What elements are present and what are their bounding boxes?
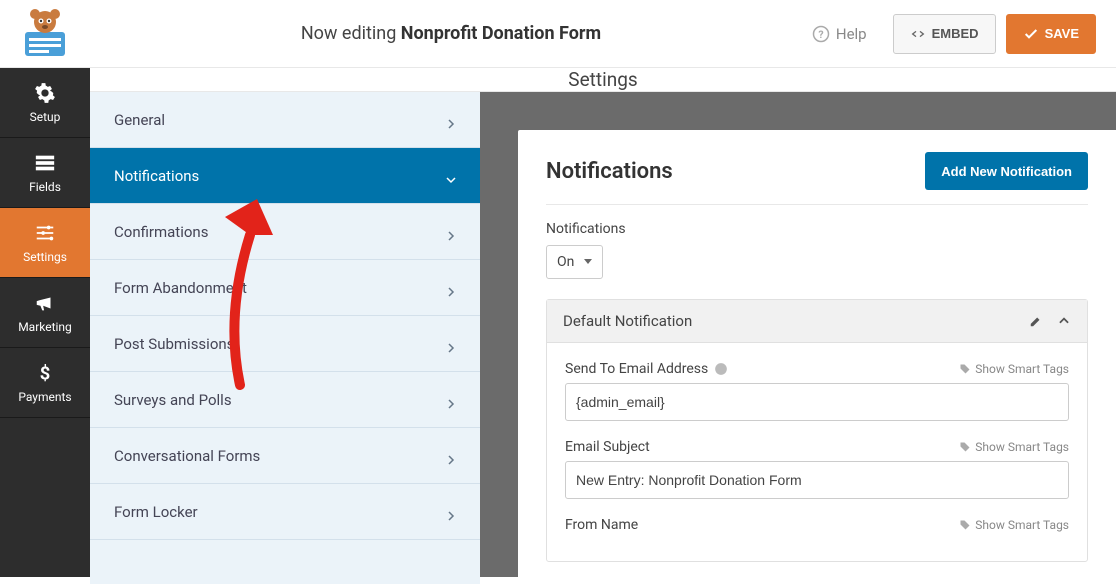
settings-sidebar: General Notifications Confirmations Form…: [90, 92, 480, 584]
notifications-toggle[interactable]: On: [546, 245, 603, 279]
tag-icon: [959, 363, 971, 375]
code-icon: [910, 26, 926, 42]
sidebar-item-form-abandonment[interactable]: Form Abandonment: [90, 260, 480, 316]
sidebar-item-notifications[interactable]: Notifications: [90, 148, 480, 204]
page-title: Now editing Nonprofit Donation Form: [90, 23, 812, 44]
chevron-up-icon[interactable]: [1057, 314, 1071, 328]
settings-panel: Notifications Add New Notification Notif…: [518, 130, 1116, 584]
svg-text:$: $: [40, 363, 51, 384]
smart-tags-link[interactable]: Show Smart Tags: [959, 440, 1069, 454]
chevron-down-icon: [446, 171, 456, 181]
embed-button[interactable]: EMBED: [893, 14, 996, 54]
panel-title: Notifications: [546, 159, 673, 184]
subject-label: Email Subject: [565, 439, 650, 455]
left-nav: Setup Fields Settings Marketing $ Paymen…: [0, 68, 90, 577]
check-icon: [1023, 26, 1039, 42]
nav-setup[interactable]: Setup: [0, 68, 90, 138]
gear-icon: [34, 82, 56, 104]
chevron-right-icon: [446, 395, 456, 405]
nav-marketing[interactable]: Marketing: [0, 278, 90, 348]
chevron-right-icon: [446, 115, 456, 125]
chevron-right-icon: [446, 507, 456, 517]
sidebar-item-confirmations[interactable]: Confirmations: [90, 204, 480, 260]
send-to-input[interactable]: [565, 383, 1069, 421]
sidebar-item-surveys-polls[interactable]: Surveys and Polls: [90, 372, 480, 428]
notifications-toggle-label: Notifications: [546, 221, 1088, 237]
notification-card-title: Default Notification: [563, 312, 692, 330]
nav-payments[interactable]: $ Payments: [0, 348, 90, 418]
nav-fields[interactable]: Fields: [0, 138, 90, 208]
tag-icon: [959, 519, 971, 531]
bullhorn-icon: [34, 292, 56, 314]
send-to-label: Send To Email Address: [565, 361, 728, 377]
chevron-right-icon: [446, 227, 456, 237]
dollar-icon: $: [34, 362, 56, 384]
sidebar-item-general[interactable]: General: [90, 92, 480, 148]
save-button[interactable]: SAVE: [1006, 14, 1096, 54]
from-name-label: From Name: [565, 517, 638, 533]
smart-tags-link[interactable]: Show Smart Tags: [959, 362, 1069, 376]
sidebar-item-post-submissions[interactable]: Post Submissions: [90, 316, 480, 372]
nav-settings[interactable]: Settings: [0, 208, 90, 278]
notification-card: Default Notification Send To Email Addre…: [546, 299, 1088, 562]
add-notification-button[interactable]: Add New Notification: [925, 152, 1088, 190]
sidebar-item-form-locker[interactable]: Form Locker: [90, 484, 480, 540]
sliders-icon: [34, 222, 56, 244]
help-link[interactable]: ? Help: [812, 25, 867, 43]
app-logo: [0, 8, 90, 60]
chevron-right-icon: [446, 283, 456, 293]
svg-text:?: ?: [818, 27, 823, 40]
help-icon: ?: [812, 25, 830, 43]
tag-icon: [959, 441, 971, 453]
content-header: Settings: [90, 68, 1116, 92]
subject-input[interactable]: [565, 461, 1069, 499]
pencil-icon[interactable]: [1029, 314, 1043, 328]
smart-tags-link[interactable]: Show Smart Tags: [959, 518, 1069, 532]
sidebar-item-conversational[interactable]: Conversational Forms: [90, 428, 480, 484]
help-icon[interactable]: [714, 362, 728, 376]
chevron-right-icon: [446, 339, 456, 349]
fields-icon: [34, 152, 56, 174]
chevron-right-icon: [446, 451, 456, 461]
